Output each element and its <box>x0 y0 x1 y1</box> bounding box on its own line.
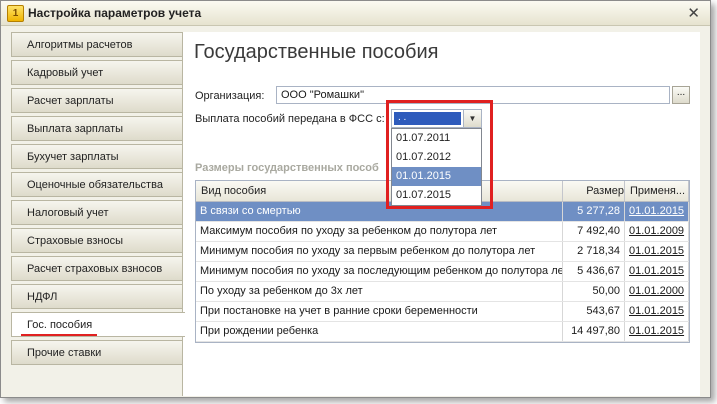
dropdown-option[interactable]: 01.01.2015 <box>392 167 481 186</box>
benefit-size: 543,67 <box>563 302 625 321</box>
tab-item[interactable]: Выплата зарплаты <box>11 116 182 141</box>
benefit-date-link[interactable]: 01.01.2015 <box>629 245 684 257</box>
benefit-date-cell: 01.01.2000 <box>625 282 689 301</box>
fss-date-field[interactable]: . . ▼ <box>391 109 482 128</box>
tab-item[interactable]: Оценочные обязательства <box>11 172 182 197</box>
benefit-date-cell: 01.01.2015 <box>625 322 689 341</box>
dropdown-option[interactable]: 01.07.2011 <box>392 129 481 148</box>
tab-item[interactable]: Расчет зарплаты <box>11 88 182 113</box>
fss-date-dropdown: 01.07.2011 01.07.2012 01.01.2015 01.07.2015 <box>391 128 482 206</box>
column-header-size[interactable]: Размер <box>563 181 625 201</box>
tab-item[interactable]: Кадровый учет <box>11 60 182 85</box>
benefit-name: Минимум пособия по уходу за последующим … <box>196 262 563 281</box>
table-row[interactable]: Максимум пособия по уходу за ребенком до… <box>196 222 689 242</box>
tab-item[interactable]: Налоговый учет <box>11 200 182 225</box>
benefit-size: 50,00 <box>563 282 625 301</box>
table-row[interactable]: При рождении ребенка 14 497,80 01.01.2015 <box>196 322 689 342</box>
tab-item[interactable]: НДФЛ <box>11 284 182 309</box>
benefit-size: 14 497,80 <box>563 322 625 341</box>
fss-date-value: . . <box>394 112 461 125</box>
benefit-name: При рождении ребенка <box>196 322 563 341</box>
benefit-name: Минимум пособия по уходу за первым ребен… <box>196 242 563 261</box>
app-icon: 1 <box>7 5 24 22</box>
close-icon[interactable]: ✕ <box>687 4 700 22</box>
benefit-date-link[interactable]: 01.01.2000 <box>629 285 684 297</box>
tab-item[interactable]: Бухучет зарплаты <box>11 144 182 169</box>
benefit-date-link[interactable]: 01.01.2015 <box>629 205 684 217</box>
page-title: Государственные пособия <box>194 41 439 63</box>
benefit-date-cell: 01.01.2015 <box>625 302 689 321</box>
benefit-name: Максимум пособия по уходу за ребенком до… <box>196 222 563 241</box>
fss-label: Выплата пособий передана в ФСС с: <box>195 113 385 125</box>
benefit-size: 5 277,28 <box>563 202 625 221</box>
title-bar: 1 Настройка параметров учета ✕ <box>1 1 710 26</box>
dropdown-option[interactable]: 01.07.2015 <box>392 186 481 205</box>
benefit-date-cell: 01.01.2015 <box>625 202 689 221</box>
dropdown-option[interactable]: 01.07.2012 <box>392 148 481 167</box>
benefit-date-cell: 01.01.2009 <box>625 222 689 241</box>
window-title: Настройка параметров учета <box>28 6 202 20</box>
section-title: Размеры государственных пособ <box>195 162 379 174</box>
tab-item[interactable]: Прочие ставки <box>11 340 182 365</box>
benefit-date-link[interactable]: 01.01.2015 <box>629 305 684 317</box>
benefit-size: 5 436,67 <box>563 262 625 281</box>
benefit-date-cell: 01.01.2015 <box>625 262 689 281</box>
active-tab-underline <box>21 334 97 336</box>
benefit-size: 7 492,40 <box>563 222 625 241</box>
chevron-down-icon[interactable]: ▼ <box>463 110 481 127</box>
tab-item[interactable]: Расчет страховых взносов <box>11 256 182 281</box>
benefit-name: При постановке на учет в ранние сроки бе… <box>196 302 563 321</box>
table-row[interactable]: По уходу за ребенком до 3х лет 50,00 01.01… <box>196 282 689 302</box>
organization-field[interactable]: ООО "Ромашки" <box>276 86 670 104</box>
benefit-date-cell: 01.01.2015 <box>625 242 689 261</box>
settings-window: 1 Настройка параметров учета ✕ Алгоритмы… <box>0 0 711 398</box>
tab-item[interactable]: Алгоритмы расчетов <box>11 32 182 57</box>
benefit-name: По уходу за ребенком до 3х лет <box>196 282 563 301</box>
column-header-date[interactable]: Применя... <box>625 181 689 201</box>
table-body: В связи со смертью 5 277,28 01.01.2015 Макс… <box>196 202 689 342</box>
table-row[interactable]: Минимум пособия по уходу за первым ребен… <box>196 242 689 262</box>
org-label: Организация: <box>195 90 265 102</box>
benefit-date-link[interactable]: 01.01.2015 <box>629 265 684 277</box>
benefit-name: В связи со смертью <box>196 202 563 221</box>
column-header-name[interactable]: Вид пособия <box>196 181 563 201</box>
benefit-date-link[interactable]: 01.01.2009 <box>629 225 684 237</box>
content-panel: Государственные пособия Организация: ООО… <box>182 32 700 396</box>
table-row[interactable]: При постановке на учет в ранние сроки бе… <box>196 302 689 322</box>
tab-item[interactable]: Страховые взносы <box>11 228 182 253</box>
table-row[interactable]: Минимум пособия по уходу за последующим … <box>196 262 689 282</box>
benefit-date-link[interactable]: 01.01.2015 <box>629 325 684 337</box>
select-organization-button[interactable]: ... <box>672 86 690 104</box>
benefit-size: 2 718,34 <box>563 242 625 261</box>
